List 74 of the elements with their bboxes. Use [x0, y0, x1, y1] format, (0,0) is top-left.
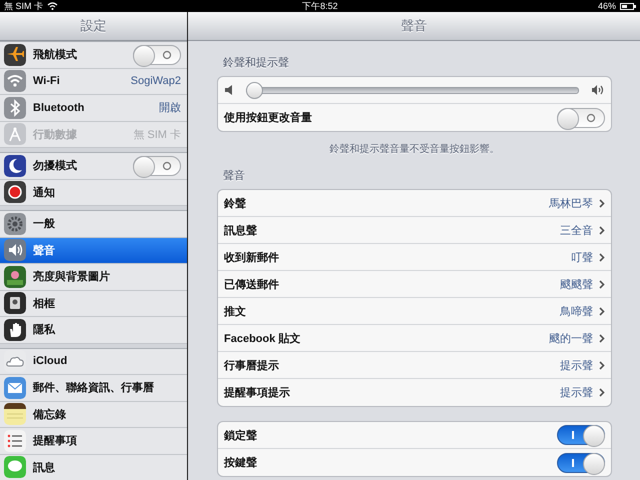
battery-icon [620, 2, 636, 10]
notepad-icon [4, 403, 26, 426]
flower-icon [4, 266, 26, 288]
gear-icon [4, 212, 26, 235]
notification-icon [4, 181, 26, 204]
speaker-loud-icon [591, 84, 605, 96]
setting-label: 按鍵聲 [224, 456, 258, 470]
sidebar-item[interactable]: 相框 [0, 290, 187, 317]
ring-icon [162, 50, 172, 60]
chevron-icon [599, 198, 605, 208]
sidebar-item[interactable]: 勿擾模式 [0, 153, 187, 180]
battery-text: 46% [598, 1, 616, 11]
envelope-icon [4, 376, 26, 399]
slider-thumb[interactable] [246, 82, 263, 98]
sidebar-item[interactable]: 飛航模式 [0, 42, 187, 68]
settings-row[interactable]: Facebook 貼文 颼的一聲 [218, 325, 611, 352]
setting-value: 無 SIM 卡 [133, 128, 181, 142]
page-title: 聲音 [401, 17, 427, 35]
sidebar-item[interactable]: 郵件、聯絡資訊、行事曆 [0, 375, 187, 402]
setting-label: 使用按鈕更改音量 [224, 110, 313, 125]
sidebar-item[interactable]: iCloud [0, 348, 187, 375]
speaker-icon [4, 239, 26, 262]
section-header: 聲音 [223, 168, 246, 183]
sidebar-item[interactable]: 亮度與背景圖片 [0, 264, 187, 290]
chevron-icon [599, 280, 605, 288]
toggle-switch[interactable] [557, 425, 605, 445]
sidebar-item[interactable]: Wi-Fi SogiWap2 [0, 68, 187, 95]
sidebar-item[interactable]: 備忘錄 [0, 402, 187, 428]
sidebar-item[interactable]: 隱私 [0, 317, 187, 344]
settings-row[interactable]: 推文 鳥啼聲 [218, 298, 611, 325]
chevron-icon [599, 360, 605, 370]
antenna-icon [4, 123, 26, 146]
moon-icon [4, 154, 26, 177]
settings-row[interactable]: 行事曆提示 提示聲 [218, 352, 611, 379]
section-header: 鈴聲和提示聲 [223, 56, 290, 70]
setting-value: SogiWap2 [130, 75, 181, 88]
ring-icon [162, 160, 172, 171]
settings-row[interactable]: 提醒事項提示 提示聲 [218, 379, 611, 406]
toggle-switch[interactable] [133, 156, 181, 176]
sidebar-item[interactable]: 提醒事項 [0, 428, 187, 454]
airplane-icon [4, 44, 26, 66]
clock-text: 下午8:52 [302, 0, 338, 12]
settings-row[interactable]: 已傳送郵件 颼颼聲 [218, 271, 611, 298]
sidebar-item[interactable]: 聲音 [0, 238, 187, 264]
footer-note: 鈴聲和提示聲音量不受音量按鈕影響。 [328, 142, 500, 156]
settings-row[interactable]: 鈴聲 馬林巴琴 [218, 190, 611, 217]
setting-value: 開啟 [159, 101, 181, 116]
speaker-low-icon [224, 84, 234, 96]
setting-label: 鎖定聲 [224, 428, 258, 442]
toggle-switch[interactable] [557, 108, 605, 128]
chevron-icon [599, 252, 605, 262]
wifi-icon [4, 70, 26, 92]
sidebar-item[interactable]: 一般 [0, 211, 187, 238]
carrier-text: 無 SIM 卡 [4, 0, 44, 12]
chevron-icon [599, 334, 605, 342]
picture-frame-icon [4, 292, 26, 314]
sidebar-item[interactable]: 通知 [0, 180, 187, 206]
chevron-icon [599, 226, 605, 234]
chevron-icon [599, 388, 605, 397]
hand-icon [4, 318, 26, 341]
sidebar-item[interactable]: 訊息 [0, 454, 187, 480]
toggle-switch[interactable] [557, 452, 605, 472]
ring-icon [586, 112, 596, 122]
checklist-icon [4, 430, 26, 452]
sidebar-title: 設定 [80, 17, 106, 35]
sidebar-item[interactable]: Bluetooth 開啟 [0, 95, 187, 122]
settings-row[interactable]: 訊息聲 三全音 [218, 217, 611, 244]
toggle-switch[interactable] [133, 44, 181, 65]
chevron-icon [599, 306, 605, 316]
bluetooth-icon [4, 96, 26, 119]
volume-slider[interactable] [246, 82, 579, 98]
speech-bubble-icon [4, 456, 26, 478]
wifi-icon [47, 2, 58, 10]
settings-row[interactable]: 收到新郵件 叮聲 [218, 244, 611, 271]
